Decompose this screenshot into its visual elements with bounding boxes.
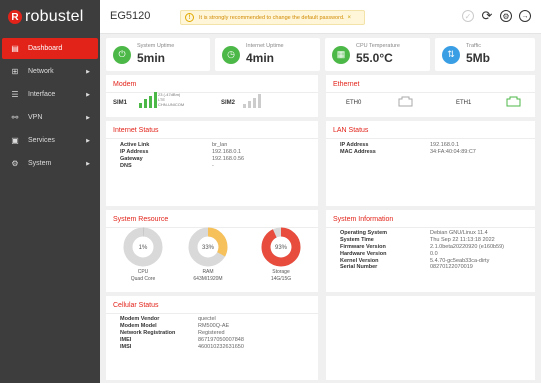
chip-icon: ▦ [332, 45, 350, 64]
sim1-label: SIM1 [113, 100, 128, 106]
traffic-card: ⇅ Traffic 5Mb [435, 38, 535, 71]
system-icon: ⚙ [11, 159, 19, 168]
system-info-keys: Operating System System Time Firmware Ve… [340, 230, 388, 271]
resource-gauge: 1% [123, 227, 163, 267]
eth1-port-icon [506, 96, 521, 107]
sidebar-item-interface[interactable]: ☰ Interface ▶ [2, 84, 98, 105]
panel-title: System Information [326, 210, 535, 228]
sidebar-item-label: Interface [28, 91, 56, 98]
chevron-right-icon: ▶ [86, 114, 90, 121]
logout-icon[interactable]: → [519, 10, 531, 22]
system-resource-panel: System Resource 1% CPU Quad Core 33% RAM 643M… [106, 210, 318, 292]
system-info-values: Debian GNU/Linux 11.4 Thu Sep 22 11:13:1… [430, 230, 505, 271]
sim2-signal-icon [243, 94, 261, 108]
metric-label: Traffic [466, 43, 481, 50]
robustel-logo-icon: R [8, 10, 22, 24]
gauge-percent: 33% [202, 245, 215, 251]
check-circle-icon[interactable]: ✓ [462, 10, 474, 22]
resource-gauge: 33% [188, 227, 228, 267]
logo[interactable]: R robustel [0, 0, 100, 34]
chevron-right-icon: ▶ [86, 68, 90, 75]
network-icon: ⊞ [11, 67, 19, 76]
lan-status-keys: IP Address MAC Address [340, 142, 376, 155]
metric-value: 55.0°C [356, 50, 393, 65]
sim1-info: 23 (-47dBm) LTE CHN-UNICOM [158, 92, 185, 108]
logo-text: robustel [25, 8, 84, 25]
panel-title: Internet Status [106, 121, 318, 139]
password-warning: ! It is strongly recommended to change t… [180, 10, 365, 25]
sidebar-item-dashboard[interactable]: ▤ Dashboard [2, 38, 98, 59]
warning-icon: ! [185, 13, 194, 22]
internet-uptime-card: ◷ Internet Uptime 4min [215, 38, 320, 71]
metric-value: 5min [137, 50, 166, 65]
traffic-icon: ⇅ [442, 45, 460, 64]
header-toolbar: ✓ ⟳ ⚙ → [462, 8, 531, 23]
lan-status-panel: LAN Status IP Address MAC Address 192.16… [326, 121, 535, 206]
panel-title: Cellular Status [106, 296, 318, 314]
top-header: R robustel EG5120 ! It is strongly recom… [0, 0, 541, 34]
metric-label: CPU Temperature [356, 43, 400, 50]
chevron-right-icon: ▶ [86, 91, 90, 98]
cellular-status-panel: Cellular Status Modem Vendor Modem Model… [106, 296, 318, 380]
device-model: EG5120 [110, 10, 151, 22]
sidebar-item-label: VPN [28, 114, 43, 121]
gauge-percent: 1% [139, 245, 148, 251]
refresh-icon[interactable]: ⟳ [481, 8, 493, 23]
power-icon: ⏻ [113, 45, 131, 64]
sidebar-item-label: Network [28, 68, 54, 75]
sidebar-item-label: Services [28, 137, 55, 144]
panel-title: Ethernet [326, 75, 535, 93]
eth0-port-icon [398, 96, 413, 107]
panel-title: Modem [106, 75, 318, 93]
warning-close-icon[interactable]: × [348, 15, 352, 21]
empty-panel [326, 296, 535, 380]
panel-title: LAN Status [326, 121, 535, 139]
settings-icon[interactable]: ⚙ [500, 10, 512, 22]
sidebar: ▤ Dashboard ⊞ Network ▶ ☰ Interface ▶ ⚯ … [0, 34, 100, 383]
eth0-label: ETH0 [346, 100, 362, 106]
cellular-status-values: quectel RM500Q-AE Registered 86719705000… [198, 316, 244, 350]
interface-icon: ☰ [11, 90, 19, 99]
gauge-percent: 93% [275, 245, 288, 251]
vpn-icon: ⚯ [11, 113, 19, 122]
lan-status-values: 192.168.0.1 34:FA:40:04:89:C7 [430, 142, 476, 155]
modem-panel: Modem SIM1 23 (-47dBm) LTE CHN-UNICOM SI… [106, 75, 318, 117]
cellular-status-keys: Modem Vendor Modem Model Network Registr… [120, 316, 176, 350]
internet-status-keys: Active Link IP Address Gateway DNS [120, 142, 150, 169]
sidebar-item-label: System [28, 160, 52, 167]
sidebar-item-label: Dashboard [28, 45, 63, 52]
sim1-signal-icon [139, 92, 157, 108]
gauge-caption: RAM 643M/1920M [193, 269, 223, 282]
system-uptime-card: ⏻ System Uptime 5min [106, 38, 210, 71]
eth1-label: ETH1 [456, 100, 472, 106]
clock-icon: ◷ [222, 45, 240, 64]
metric-value: 4min [246, 50, 275, 65]
gauge-caption: Storage 14G/15G [270, 269, 292, 282]
cpu-temperature-card: ▦ CPU Temperature 55.0°C [325, 38, 430, 71]
metric-label: System Uptime [137, 43, 175, 50]
internet-status-panel: Internet Status Active Link IP Address G… [106, 121, 318, 206]
system-information-panel: System Information Operating System Syst… [326, 210, 535, 292]
resource-gauge: 93% [261, 227, 301, 267]
sidebar-item-services[interactable]: ▣ Services ▶ [2, 130, 98, 151]
chevron-right-icon: ▶ [86, 160, 90, 167]
sidebar-item-network[interactable]: ⊞ Network ▶ [2, 61, 98, 82]
sim2-label: SIM2 [221, 100, 236, 106]
metric-label: Internet Uptime [246, 43, 284, 50]
sidebar-item-system[interactable]: ⚙ System ▶ [2, 153, 98, 174]
sidebar-item-vpn[interactable]: ⚯ VPN ▶ [2, 107, 98, 128]
dashboard-icon: ▤ [11, 44, 19, 53]
services-icon: ▣ [11, 136, 19, 145]
warning-text: It is strongly recommended to change the… [199, 14, 345, 21]
gauge-caption: CPU Quad Core [130, 269, 156, 282]
chevron-right-icon: ▶ [86, 137, 90, 144]
internet-status-values: br_lan 192.168.0.1 192.168.0.56 - [212, 142, 245, 169]
ethernet-panel: Ethernet ETH0 ETH1 [326, 75, 535, 117]
metric-value: 5Mb [466, 50, 490, 65]
